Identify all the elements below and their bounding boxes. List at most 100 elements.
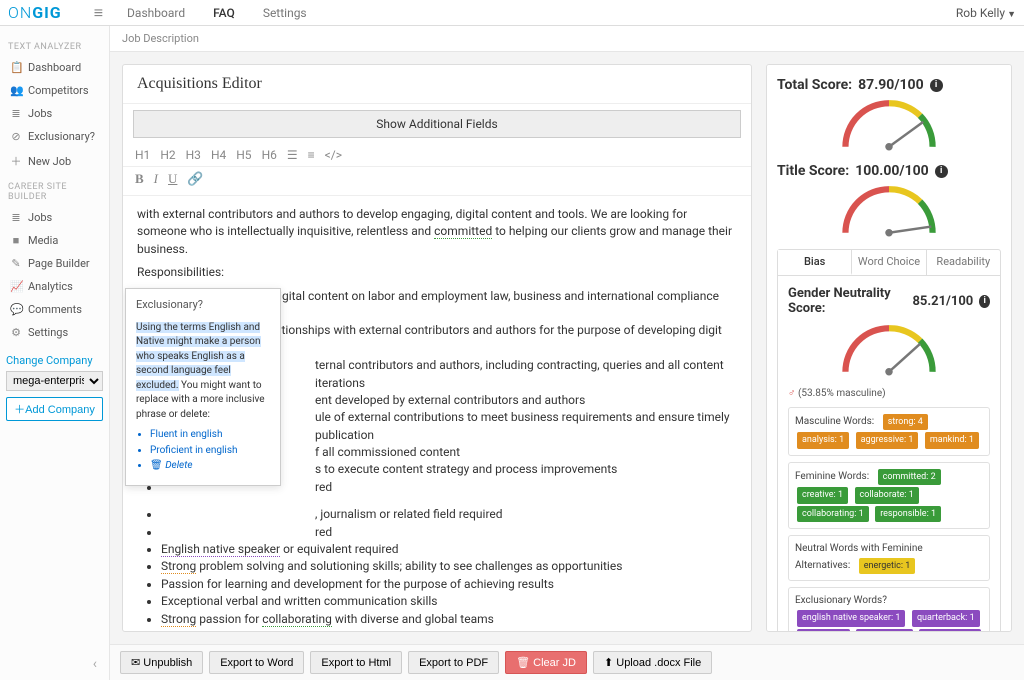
popup-suggestion[interactable]: Fluent in english bbox=[150, 428, 270, 443]
page-builder-icon: ✎ bbox=[10, 257, 22, 270]
underline-button[interactable]: U bbox=[168, 171, 177, 187]
word-chip[interactable]: collaborating: 1 bbox=[797, 506, 869, 522]
word-chip[interactable]: quarterback: 1 bbox=[912, 610, 980, 626]
sidebar: TEXT ANALYZER 📋Dashboard 👥Competitors ≣J… bbox=[0, 26, 110, 680]
sidebar-item-new-job[interactable]: ＋New Job bbox=[6, 148, 103, 174]
ol-icon[interactable]: ≡ bbox=[308, 148, 315, 162]
word-chip[interactable]: committed: 2 bbox=[878, 469, 941, 485]
plus-icon: ＋ bbox=[10, 153, 22, 169]
export-pdf-button[interactable]: Export to PDF bbox=[408, 651, 499, 674]
word-chip[interactable]: collaborate: 1 bbox=[855, 487, 919, 503]
sidebar-item-page-builder[interactable]: ✎Page Builder bbox=[6, 252, 103, 275]
editor-body[interactable]: with external contributors and authors t… bbox=[123, 196, 751, 631]
sidebar-item-analytics[interactable]: 📈Analytics bbox=[6, 275, 103, 298]
tab-readability[interactable]: Readability bbox=[927, 250, 1000, 275]
analytics-icon: 📈 bbox=[10, 280, 22, 293]
jobs-icon: ≣ bbox=[10, 211, 22, 224]
h4-button[interactable]: H4 bbox=[211, 148, 226, 162]
word-chip[interactable]: responsible: 1 bbox=[875, 506, 941, 522]
editor: Acquisitions Editor Show Additional Fiel… bbox=[122, 64, 752, 632]
h1-button[interactable]: H1 bbox=[135, 148, 150, 162]
sidebar-item-jobs2[interactable]: ≣Jobs bbox=[6, 206, 103, 229]
bold-button[interactable]: B bbox=[135, 171, 144, 187]
link-button[interactable]: 🔗 bbox=[187, 171, 203, 187]
code-icon[interactable]: </> bbox=[325, 148, 342, 162]
sidebar-item-competitors[interactable]: 👥Competitors bbox=[6, 79, 103, 102]
list-item: Exceptional verbal and written communica… bbox=[161, 593, 737, 610]
export-html-button[interactable]: Export to Html bbox=[310, 651, 402, 674]
sidebar-item-dashboard[interactable]: 📋Dashboard bbox=[6, 56, 103, 79]
title-score-gauge bbox=[799, 183, 979, 239]
sidebar-item-exclusionary[interactable]: ⊘Exclusionary? bbox=[6, 125, 103, 148]
word-chip[interactable]: analysis: 1 bbox=[797, 432, 849, 448]
media-icon: ■ bbox=[10, 234, 22, 247]
gender-score-gauge bbox=[799, 322, 979, 378]
word-english-native[interactable]: English native speaker bbox=[161, 542, 280, 557]
info-icon[interactable]: i bbox=[930, 79, 943, 92]
h3-button[interactable]: H3 bbox=[186, 148, 201, 162]
unpublish-button[interactable]: ✉ Unpublish bbox=[120, 651, 203, 674]
nav-dashboard[interactable]: Dashboard bbox=[127, 6, 185, 20]
change-company-link[interactable]: Change Company bbox=[6, 354, 103, 367]
export-word-button[interactable]: Export to Word bbox=[209, 651, 304, 674]
feminine-words-box: Feminine Words: committed: 2 creative: 1… bbox=[788, 462, 990, 529]
list-item: Passion for learning and development for… bbox=[161, 576, 737, 593]
list-item: Strong organizational skills and attenti… bbox=[161, 628, 737, 631]
info-icon[interactable]: i bbox=[935, 165, 948, 178]
info-icon[interactable]: i bbox=[979, 295, 990, 308]
tab-bias[interactable]: Bias bbox=[778, 250, 852, 275]
show-additional-fields-button[interactable]: Show Additional Fields bbox=[133, 110, 741, 138]
tab-word-choice[interactable]: Word Choice bbox=[852, 250, 926, 275]
top-bar: ONGIG ≡ Dashboard FAQ Settings Rob Kelly… bbox=[0, 0, 1024, 26]
list-item: , journalism or related field required bbox=[161, 506, 737, 523]
word-chip[interactable]: mankind: 1 bbox=[925, 432, 979, 448]
male-icon: ♂ bbox=[788, 388, 796, 399]
h2-button[interactable]: H2 bbox=[160, 148, 175, 162]
word-chip[interactable]: energetic: 1 bbox=[859, 558, 916, 574]
nav-faq[interactable]: FAQ bbox=[213, 6, 235, 20]
word-chip[interactable]: blacklist: 1 bbox=[797, 629, 850, 632]
gear-icon: ⚙ bbox=[10, 326, 22, 339]
word-strong[interactable]: Strong bbox=[161, 559, 196, 574]
h6-button[interactable]: H6 bbox=[262, 148, 277, 162]
trash-icon: 🗑 bbox=[150, 460, 165, 471]
ul-icon[interactable]: ☰ bbox=[287, 148, 298, 162]
neutral-words-box: Neutral Words with Feminine Alternatives… bbox=[788, 535, 990, 581]
h5-button[interactable]: H5 bbox=[236, 148, 251, 162]
word-strong[interactable]: Strong bbox=[161, 629, 196, 631]
word-chip[interactable]: creative: 1 bbox=[797, 487, 848, 503]
competitors-icon: 👥 bbox=[10, 84, 22, 97]
popup-suggestion[interactable]: Proficient in english bbox=[150, 444, 270, 459]
sidebar-item-jobs[interactable]: ≣Jobs bbox=[6, 102, 103, 125]
menu-icon[interactable]: ≡ bbox=[94, 3, 103, 23]
user-menu[interactable]: Rob Kelly▼ bbox=[956, 6, 1016, 20]
breadcrumb: Job Description bbox=[110, 26, 1024, 52]
italic-button[interactable]: I bbox=[154, 171, 158, 187]
word-chip[interactable]: aggressive: 1 bbox=[856, 432, 919, 448]
nav-settings[interactable]: Settings bbox=[263, 6, 307, 20]
popup-delete[interactable]: 🗑 Delete bbox=[150, 459, 270, 474]
word-chip[interactable]: brown bag: 1 bbox=[919, 629, 981, 632]
company-select[interactable]: mega-enterprises bbox=[6, 371, 103, 391]
list-item: Strong passion for collaborating with di… bbox=[161, 611, 737, 628]
word-strong[interactable]: Strong bbox=[161, 612, 196, 627]
word-chip[interactable]: he or she: 1 bbox=[856, 629, 912, 632]
sidebar-item-media[interactable]: ■Media bbox=[6, 229, 103, 252]
collapse-sidebar-icon[interactable]: ‹ bbox=[6, 652, 103, 672]
upload-docx-button[interactable]: ⬆ Upload .docx File bbox=[593, 651, 712, 674]
panel-tabs: Bias Word Choice Readability bbox=[777, 249, 1001, 276]
word-chip[interactable]: english native speaker: 1 bbox=[797, 610, 905, 626]
word-chip[interactable]: strong: 4 bbox=[883, 414, 928, 430]
jobs-icon: ≣ bbox=[10, 107, 22, 120]
sidebar-item-comments[interactable]: 💬Comments bbox=[6, 298, 103, 321]
heading-toolbar: H1 H2 H3 H4 H5 H6 ☰ ≡ </> bbox=[123, 144, 751, 167]
word-committed[interactable]: committed bbox=[434, 224, 492, 239]
exclusionary-popup: Exclusionary? Using the terms English an… bbox=[125, 288, 281, 486]
sidebar-item-settings[interactable]: ⚙Settings bbox=[6, 321, 103, 344]
exclusionary-icon: ⊘ bbox=[10, 130, 22, 143]
add-company-button[interactable]: ＋Add Company bbox=[6, 397, 103, 421]
sidebar-section-text-analyzer: TEXT ANALYZER bbox=[8, 42, 103, 52]
word-collaborating[interactable]: collaborating bbox=[262, 612, 332, 627]
clear-jd-button[interactable]: 🗑 Clear JD bbox=[505, 651, 587, 674]
list-item: red bbox=[161, 524, 737, 541]
